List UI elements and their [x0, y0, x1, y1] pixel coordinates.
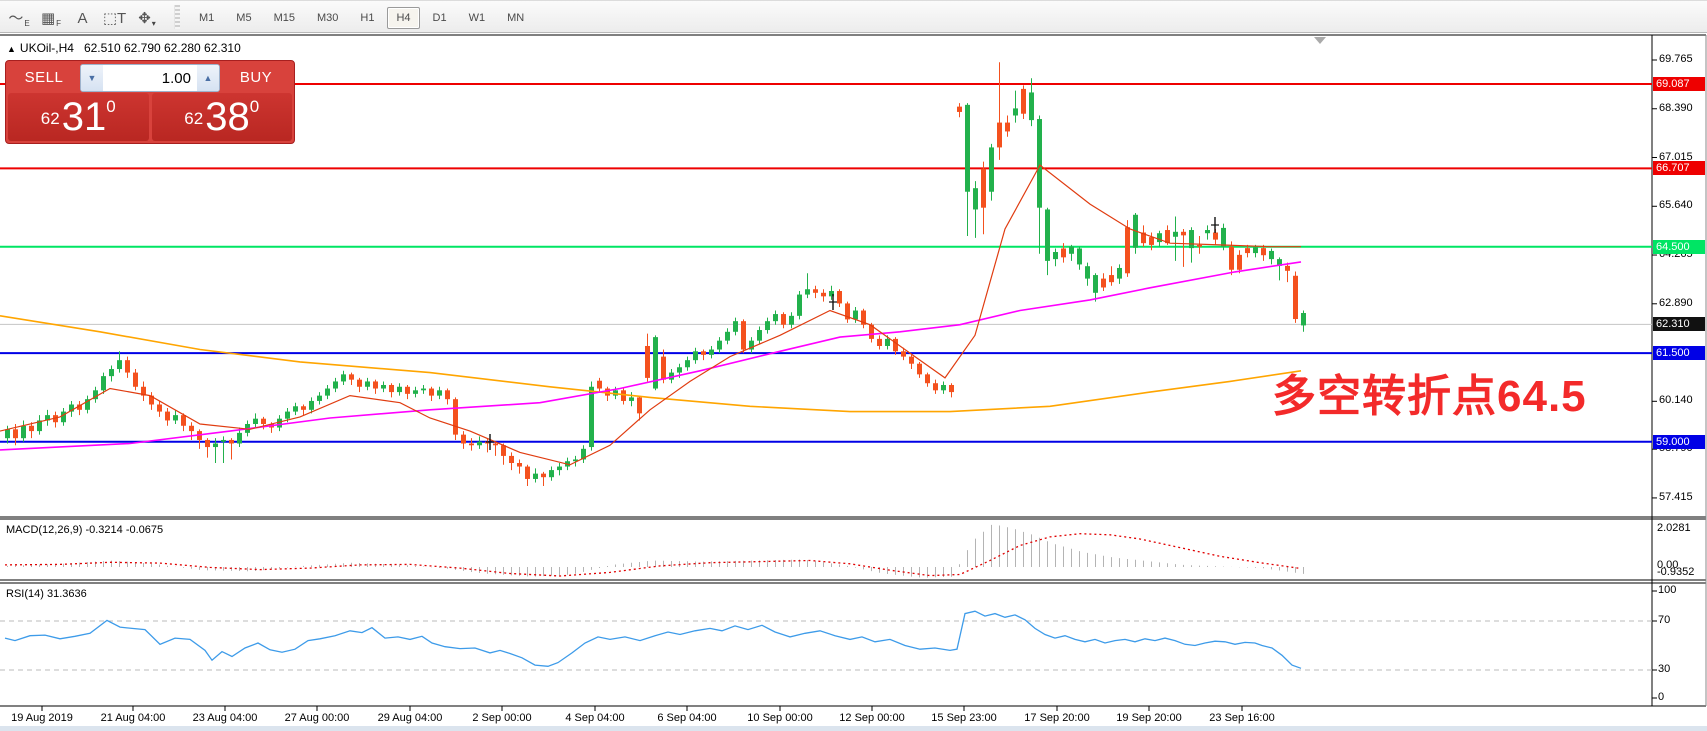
current-price-badge: 62.310: [1653, 317, 1705, 331]
time-axis-label: 29 Aug 04:00: [378, 712, 443, 724]
volume-input[interactable]: [103, 65, 197, 91]
time-axis-label: 19 Sep 20:00: [1116, 712, 1181, 724]
time-axis-label: 27 Aug 00:00: [285, 712, 350, 724]
one-click-trade-panel: SELL ▼ ▲ BUY 62310 62380: [5, 60, 295, 144]
price-level-badge: 59.000: [1653, 435, 1705, 449]
rsi-scale-label: 100: [1658, 584, 1676, 596]
time-axis-label: 12 Sep 00:00: [839, 712, 904, 724]
price-axis-tick: 57.415: [1659, 491, 1693, 503]
symbol-label: UKOil-,H4: [20, 41, 74, 55]
macd-indicator-label: MACD(12,26,9) -0.3214 -0.0675: [6, 524, 163, 536]
buy-button[interactable]: BUY: [220, 63, 292, 91]
time-axis-label: 19 Aug 2019: [11, 712, 73, 724]
macd-scale-label: -0.9352: [1657, 566, 1694, 578]
buy-price-panel[interactable]: 62380: [152, 93, 293, 141]
buy-price-fraction: 0: [250, 97, 259, 116]
sell-button[interactable]: SELL: [8, 63, 80, 91]
rsi-indicator-label: RSI(14) 31.3636: [6, 588, 87, 600]
volume-decrease-button[interactable]: ▼: [81, 65, 103, 91]
volume-increase-button[interactable]: ▲: [197, 65, 219, 91]
price-level-badge: 61.500: [1653, 346, 1705, 360]
price-axis-tick: 68.390: [1659, 102, 1693, 114]
price-axis-tick: 60.140: [1659, 394, 1693, 406]
time-axis-label: 2 Sep 00:00: [472, 712, 531, 724]
sell-price-fraction: 0: [106, 97, 115, 116]
price-axis-tick: 69.765: [1659, 53, 1693, 65]
buy-price-pips: 38: [205, 95, 250, 139]
rsi-scale-label: 30: [1658, 663, 1670, 675]
price-axis-tick: 65.640: [1659, 199, 1693, 211]
rsi-scale-label: 70: [1658, 614, 1670, 626]
time-axis-label: 23 Sep 16:00: [1209, 712, 1274, 724]
rsi-scale-label: 0: [1658, 691, 1664, 703]
collapse-panel-icon[interactable]: ▲: [7, 44, 16, 54]
sell-price-panel[interactable]: 62310: [8, 93, 149, 141]
time-axis-label: 6 Sep 04:00: [657, 712, 716, 724]
buy-price-whole: 62: [184, 109, 203, 128]
sell-price-pips: 31: [62, 95, 107, 139]
time-axis-label: 4 Sep 04:00: [565, 712, 624, 724]
price-level-badge: 66.707: [1653, 161, 1705, 175]
price-axis-tick: 62.890: [1659, 297, 1693, 309]
ohlc-readout: 62.510 62.790 62.280 62.310: [84, 41, 241, 55]
time-axis-label: 21 Aug 04:00: [101, 712, 166, 724]
volume-stepper: ▼ ▲: [80, 64, 220, 92]
macd-scale-label: 2.0281: [1657, 522, 1691, 534]
sell-price-whole: 62: [41, 109, 60, 128]
time-axis-label: 23 Aug 04:00: [193, 712, 258, 724]
chart-annotation-text: 多空转折点64.5: [1272, 360, 1587, 424]
time-axis-label: 17 Sep 20:00: [1024, 712, 1089, 724]
time-axis-label: 10 Sep 00:00: [747, 712, 812, 724]
price-level-badge: 64.500: [1653, 240, 1705, 254]
time-axis-label: 15 Sep 23:00: [931, 712, 996, 724]
price-level-badge: 69.087: [1653, 77, 1705, 91]
chart-title: ▲ UKOil-,H4 62.510 62.790 62.280 62.310: [7, 41, 241, 55]
